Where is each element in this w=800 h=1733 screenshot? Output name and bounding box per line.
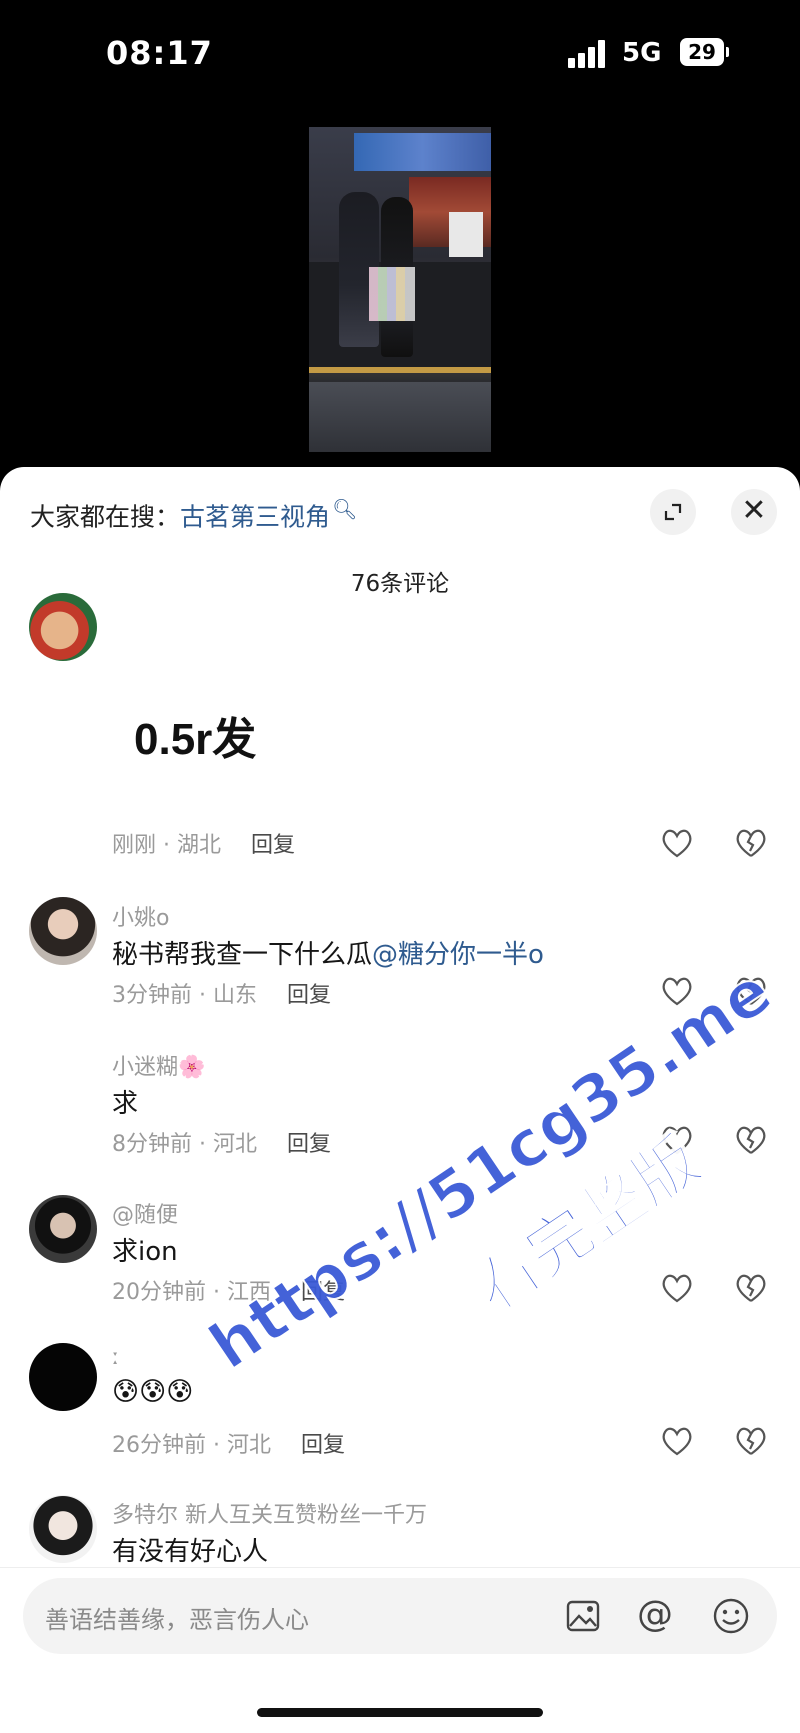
comment-time: 3分钟前 — [112, 983, 192, 1008]
comment-meta: 3分钟前 · 山东 回复 — [112, 983, 332, 1008]
comment-time: 20分钟前 — [112, 1280, 206, 1305]
image-icon[interactable] — [563, 1596, 603, 1636]
video-preview[interactable] — [309, 127, 491, 452]
heart-icon[interactable] — [660, 1124, 694, 1156]
comment-region: 湖北 — [177, 833, 222, 858]
broken-heart-icon[interactable] — [734, 975, 768, 1007]
trending-keyword[interactable]: 古茗第三视角 — [180, 502, 330, 531]
trending-prefix: 大家都在搜： — [30, 502, 181, 532]
signal-icon — [568, 40, 608, 68]
broken-heart-icon[interactable] — [734, 1425, 768, 1457]
avatar[interactable] — [29, 1343, 97, 1411]
comment-meta: 8分钟前 · 河北 回复 — [112, 1132, 332, 1157]
reply-button[interactable]: 回复 — [251, 833, 295, 858]
heart-icon[interactable] — [660, 975, 694, 1007]
avatar[interactable] — [29, 1047, 97, 1115]
heart-icon[interactable] — [660, 1425, 694, 1457]
at-icon[interactable]: @ — [635, 1596, 675, 1636]
comment-text: 0.5r发 — [134, 715, 257, 764]
reply-button[interactable]: 回复 — [301, 1280, 345, 1305]
status-bar: 08:17 5G 29 — [0, 0, 800, 110]
avatar[interactable] — [29, 593, 97, 661]
comment-meta: 26分钟前 · 河北 回复 — [112, 1433, 346, 1458]
close-icon: ✕ — [741, 493, 767, 528]
comment-time: 8分钟前 — [112, 1132, 192, 1157]
broken-heart-icon[interactable] — [734, 1124, 768, 1156]
comment-count: 76条评论 — [350, 571, 450, 597]
reply-button[interactable]: 回复 — [287, 1132, 331, 1157]
comment-username[interactable]: ː — [112, 1345, 119, 1370]
comment-meta: 刚刚 · 湖北 回复 — [112, 833, 296, 858]
comment-time: 26分钟前 — [112, 1433, 206, 1458]
avatar[interactable] — [29, 1195, 97, 1263]
comments-sheet: 大家都在搜：古茗第三视角 🔍︎ ✕ 76条评论 0.5r发 刚刚 · 湖北 回复 小… — [0, 467, 800, 1733]
home-indicator — [257, 1708, 543, 1717]
comment-username[interactable]: 小迷糊🌸 — [112, 1049, 205, 1081]
avatar[interactable] — [29, 897, 97, 965]
comment-region: 河北 — [226, 1433, 271, 1458]
expand-button[interactable] — [650, 489, 696, 535]
comment-text: 😰😰😰 — [112, 1377, 194, 1407]
network-type: 5G — [622, 38, 662, 68]
reply-button[interactable]: 回复 — [287, 983, 331, 1008]
heart-icon[interactable] — [660, 1272, 694, 1304]
comment-input-placeholder: 善语结善缘，恶言伤人心 — [45, 1606, 309, 1634]
comment-username[interactable]: @随便 — [112, 1197, 178, 1229]
reply-button[interactable]: 回复 — [301, 1433, 345, 1458]
broken-heart-icon[interactable] — [734, 1272, 768, 1304]
heart-icon[interactable] — [660, 827, 694, 859]
comment-region: 山东 — [212, 983, 257, 1008]
broken-heart-icon[interactable] — [734, 827, 768, 859]
comment-text: 求ion — [112, 1237, 178, 1267]
comment-username[interactable]: 小姚o — [112, 900, 169, 932]
expand-icon — [664, 503, 682, 521]
comment-region: 河北 — [212, 1132, 257, 1157]
comment-region: 江西 — [226, 1280, 271, 1305]
comment-input[interactable]: 善语结善缘，恶言伤人心 @ — [23, 1578, 777, 1654]
comment-text: 求 — [112, 1089, 139, 1119]
battery-icon: 29 — [680, 38, 729, 66]
comment-time: 刚刚 — [112, 833, 157, 858]
comment-text: 秘书帮我查一下什么瓜@糖分你一半o — [112, 934, 544, 971]
comment-text: 有没有好心人 — [112, 1537, 269, 1567]
status-time: 08:17 — [106, 34, 213, 72]
emoji-icon[interactable] — [711, 1596, 751, 1636]
search-icon: 🔍︎ — [332, 497, 358, 521]
comment-body: 秘书帮我查一下什么瓜 — [112, 940, 373, 970]
divider — [0, 1567, 800, 1568]
mention-link[interactable]: @糖分你一半o — [372, 940, 544, 970]
close-button[interactable]: ✕ — [731, 489, 777, 535]
comment-meta: 20分钟前 · 江西 回复 — [112, 1280, 346, 1305]
avatar[interactable] — [29, 1495, 97, 1563]
trending-search[interactable]: 大家都在搜：古茗第三视角 🔍︎ — [30, 497, 357, 533]
comment-username[interactable]: 多特尔 新人互关互赞粉丝一千万 — [112, 1497, 427, 1529]
